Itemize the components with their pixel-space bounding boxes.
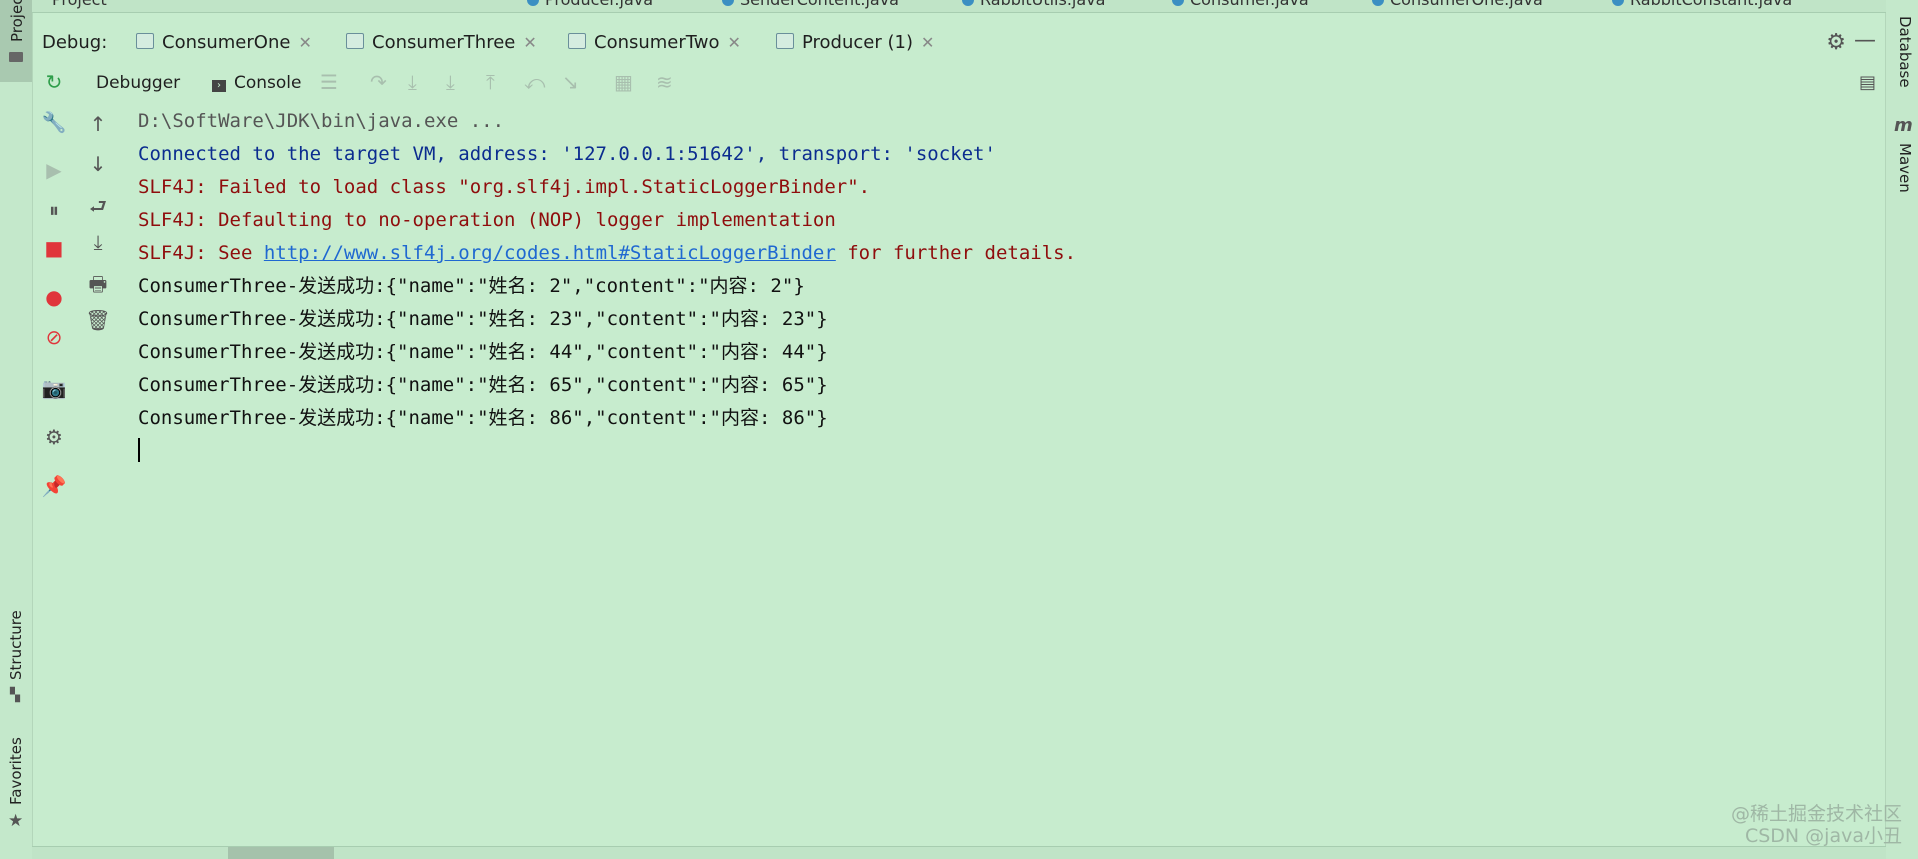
class-icon xyxy=(1372,0,1384,6)
layout-icon[interactable]: ▤ xyxy=(1859,72,1876,93)
class-icon xyxy=(1612,0,1624,6)
maven-tab-label: Maven xyxy=(1896,143,1914,193)
database-tab-label: Database xyxy=(1896,16,1914,88)
settings-icon[interactable]: ⚙ xyxy=(40,425,68,449)
database-tool-tab[interactable]: Database xyxy=(1886,0,1918,100)
maven-icon: m xyxy=(1894,115,1913,136)
rerun-icon[interactable]: ↻ xyxy=(40,70,68,94)
watermark-line: CSDN @java小丑 xyxy=(1744,825,1902,847)
drop-frame-icon[interactable]: ⤺ xyxy=(524,70,545,94)
console-line: ConsumerThree-发送成功:{"name":"姓名: 86","con… xyxy=(138,407,828,429)
slf4j-link[interactable]: http://www.slf4j.org/codes.html#StaticLo… xyxy=(264,242,836,264)
evaluate-expression-icon[interactable]: ▦ xyxy=(614,70,633,94)
folder-icon xyxy=(9,52,23,62)
run-config-icon xyxy=(136,33,154,49)
step-over-icon[interactable]: ↷ xyxy=(370,70,387,94)
editor-tab-sendercontent[interactable]: SenderContent.java xyxy=(722,0,899,9)
watermark: @稀土掘金技术社区 CSDN @java小丑 xyxy=(1731,803,1902,847)
editor-tab-producer[interactable]: Producer.java xyxy=(527,0,653,9)
console-line: Connected to the target VM, address: '12… xyxy=(138,143,996,165)
project-tool-tab[interactable]: Project xyxy=(0,0,32,82)
pause-icon[interactable]: ⏸ xyxy=(40,198,68,222)
star-icon: ★ xyxy=(8,811,24,831)
console-line: SLF4J: Failed to load class "org.slf4j.i… xyxy=(138,176,871,198)
class-icon xyxy=(722,0,734,6)
debug-tab-consumerthree[interactable]: ConsumerThree ✕ xyxy=(346,32,537,53)
step-out-icon[interactable]: ⤒ xyxy=(486,70,495,94)
console-line: SLF4J: See http://www.slf4j.org/codes.ht… xyxy=(138,242,1077,264)
favorites-tab-label: Favorites xyxy=(7,737,25,805)
class-icon xyxy=(1172,0,1184,6)
trace-stream-icon[interactable]: ≋ xyxy=(656,70,673,94)
debug-tab-consumertwo[interactable]: ConsumerTwo ✕ xyxy=(568,32,741,53)
threads-icon[interactable]: ☰ xyxy=(320,70,338,94)
editor-tab-project[interactable]: Project xyxy=(52,0,107,9)
step-into-icon[interactable]: ⤓ xyxy=(408,70,417,94)
minimize-icon[interactable]: — xyxy=(1854,28,1876,53)
force-step-into-icon[interactable]: ⤓ xyxy=(446,70,455,94)
bottom-active-tab[interactable] xyxy=(228,847,334,859)
editor-tab-rabbitconstant[interactable]: RabbitConstant.java xyxy=(1612,0,1792,9)
tab-debugger[interactable]: Debugger xyxy=(96,73,180,93)
console-line: SLF4J: Defaulting to no-operation (NOP) … xyxy=(138,209,836,231)
debug-tab-producer[interactable]: Producer (1) ✕ xyxy=(776,32,934,53)
pin-icon[interactable]: 📌 xyxy=(40,474,68,498)
scroll-to-end-icon[interactable]: ⤓ xyxy=(84,230,112,254)
favorites-tool-tab[interactable]: Favorites ★ xyxy=(0,725,32,835)
class-icon xyxy=(962,0,974,6)
project-tab-label: Project xyxy=(8,0,26,42)
run-to-cursor-icon[interactable]: ↘ xyxy=(562,70,579,94)
close-icon[interactable]: ✕ xyxy=(728,33,741,52)
run-config-icon xyxy=(346,33,364,49)
console-icon: › xyxy=(212,80,226,92)
right-tool-stripe: Database m Maven xyxy=(1885,0,1918,859)
console-line: ConsumerThree-发送成功:{"name":"姓名: 23","con… xyxy=(138,308,828,330)
camera-icon[interactable]: 📷 xyxy=(40,376,68,400)
console-line: ConsumerThree-发送成功:{"name":"姓名: 44","con… xyxy=(138,341,828,363)
structure-icon: ▚ xyxy=(10,688,20,703)
watermark-line: @稀土掘金技术社区 xyxy=(1730,803,1902,825)
stop-icon[interactable]: ■ xyxy=(40,236,68,260)
print-icon[interactable]: 🖶 xyxy=(84,270,112,304)
close-icon[interactable]: ✕ xyxy=(921,33,934,52)
maven-tool-tab[interactable]: m Maven xyxy=(1886,115,1918,205)
close-icon[interactable]: ✕ xyxy=(523,33,536,52)
down-arrow-icon[interactable]: ↓ xyxy=(84,152,112,176)
editor-tab-bar: Project Producer.java SenderContent.java… xyxy=(32,0,1886,13)
editor-tab-rabbitutils[interactable]: RabbitUtils.java xyxy=(962,0,1105,9)
structure-tab-label: Structure xyxy=(7,610,25,680)
debug-toolbar: Debugger › Console ☰ ↷ ⤓ ⤓ ⤒ ⤺ ↘ ▦ ≋ ▤ xyxy=(32,64,1886,100)
console-line: ConsumerThree-发送成功:{"name":"姓名: 65","con… xyxy=(138,374,828,396)
structure-tool-tab[interactable]: Structure ▚ xyxy=(0,600,32,710)
console-line: D:\SoftWare\JDK\bin\java.exe ... xyxy=(138,110,505,132)
editor-tab-consumerone[interactable]: ConsumerOne.java xyxy=(1372,0,1543,9)
resume-icon[interactable]: ▶ xyxy=(40,158,68,182)
modify-config-icon[interactable]: 🔧 xyxy=(40,110,68,134)
run-config-icon xyxy=(776,33,794,49)
mute-breakpoints-icon[interactable]: ⊘ xyxy=(40,325,68,349)
debug-label: Debug: xyxy=(42,32,108,53)
tab-console[interactable]: › Console xyxy=(212,73,302,93)
close-icon[interactable]: ✕ xyxy=(298,33,311,52)
soft-wrap-icon[interactable]: ⮐ xyxy=(84,192,112,226)
debug-tab-consumerone[interactable]: ConsumerOne ✕ xyxy=(136,32,312,53)
run-config-icon xyxy=(568,33,586,49)
console-line: ConsumerThree-发送成功:{"name":"姓名: 2","cont… xyxy=(138,275,805,297)
view-breakpoints-icon[interactable]: ● xyxy=(40,285,68,309)
settings-gear-icon[interactable]: ⚙ xyxy=(1826,30,1846,55)
up-arrow-icon[interactable]: ↑ xyxy=(84,112,112,136)
class-icon xyxy=(527,0,539,6)
debug-header: Debug: ConsumerOne ✕ ConsumerThree ✕ Consu… xyxy=(32,22,1886,62)
left-tool-stripe: Project Structure ▚ Favorites ★ xyxy=(0,0,33,859)
editor-tab-consumer[interactable]: Consumer.java xyxy=(1172,0,1309,9)
text-caret xyxy=(138,438,140,462)
trash-icon[interactable]: 🗑 xyxy=(84,308,112,332)
